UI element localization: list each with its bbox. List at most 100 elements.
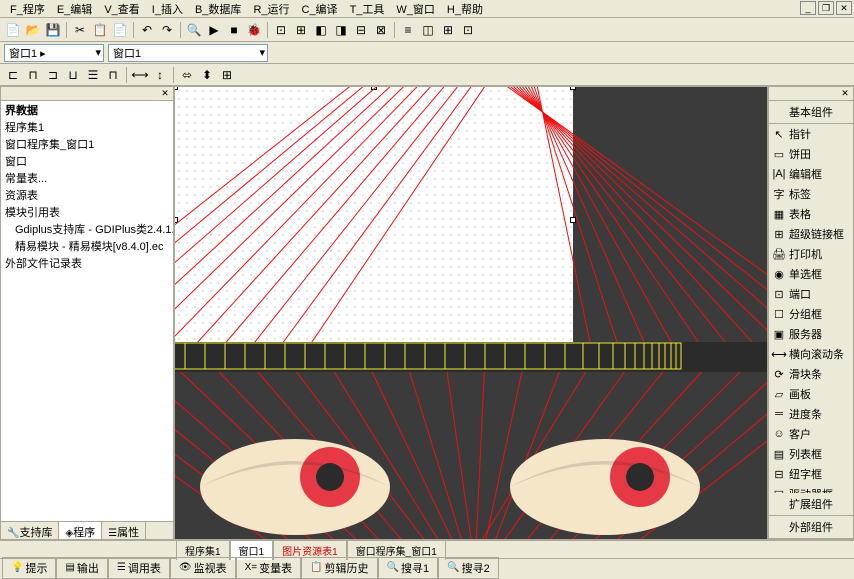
component-item[interactable]: ▤列表框 bbox=[769, 444, 853, 464]
component-item[interactable]: ⊡端口 bbox=[769, 284, 853, 304]
window-selector-2[interactable]: 窗口1 bbox=[108, 44, 268, 62]
panel-close-icon[interactable]: ✕ bbox=[839, 88, 851, 100]
tb-f-icon[interactable]: ⊠ bbox=[372, 21, 390, 39]
menu-edit[interactable]: E_编辑 bbox=[51, 0, 98, 19]
tree-item[interactable]: 资源表 bbox=[3, 188, 171, 205]
dist-v-icon[interactable]: ↕ bbox=[151, 66, 169, 84]
tab-properties[interactable]: ☰属性 bbox=[102, 522, 146, 539]
component-item[interactable]: ⟷横向滚动条 bbox=[769, 344, 853, 364]
tb-j-icon[interactable]: ⊡ bbox=[459, 21, 477, 39]
tree-item[interactable]: 窗口 bbox=[3, 154, 171, 171]
align-bottom-icon[interactable]: ⊓ bbox=[104, 66, 122, 84]
dist-h-icon[interactable]: ⟷ bbox=[131, 66, 149, 84]
menu-insert[interactable]: I_插入 bbox=[146, 0, 189, 19]
form-designer[interactable] bbox=[175, 87, 573, 353]
status-search2[interactable]: 🔍搜寻2 bbox=[438, 557, 499, 579]
component-item[interactable]: ▱画板 bbox=[769, 384, 853, 404]
tab-program[interactable]: ◈程序 bbox=[59, 522, 102, 539]
component-item[interactable]: 字标签 bbox=[769, 184, 853, 204]
tree-item[interactable]: 窗口程序集_窗口1 bbox=[3, 137, 171, 154]
align-center-icon[interactable]: ⊓ bbox=[24, 66, 42, 84]
component-item[interactable]: ☺客户 bbox=[769, 424, 853, 444]
paste-icon[interactable]: 📄 bbox=[111, 21, 129, 39]
menu-help[interactable]: H_帮助 bbox=[441, 0, 489, 19]
tree-item[interactable]: 精易模块 - 精易模块[v8.4.0].ec bbox=[3, 239, 171, 256]
redo-icon[interactable]: ↷ bbox=[158, 21, 176, 39]
component-item[interactable]: ⊟纽字框 bbox=[769, 464, 853, 484]
design-canvas[interactable] bbox=[174, 86, 768, 540]
status-cliphistory[interactable]: 📋剪辑历史 bbox=[301, 557, 377, 579]
tb-b-icon[interactable]: ⊞ bbox=[292, 21, 310, 39]
expand-components[interactable]: 扩展组件 bbox=[769, 493, 853, 516]
status-vartable[interactable]: X=变量表 bbox=[236, 557, 302, 579]
status-tip[interactable]: 💡提示 bbox=[2, 557, 56, 579]
menu-program[interactable]: F_程序 bbox=[4, 0, 51, 19]
component-item[interactable]: ═进度条 bbox=[769, 404, 853, 424]
menu-database[interactable]: B_数据库 bbox=[189, 0, 247, 19]
component-item[interactable]: ▣服务器 bbox=[769, 324, 853, 344]
tab-support-lib[interactable]: 🔧支持库 bbox=[1, 522, 59, 539]
panel-close-icon[interactable]: ✕ bbox=[159, 88, 171, 100]
component-item[interactable]: ↖指针 bbox=[769, 124, 853, 144]
component-item[interactable]: ☐分组框 bbox=[769, 304, 853, 324]
save-icon[interactable]: 💾 bbox=[44, 21, 62, 39]
menu-tools[interactable]: T_工具 bbox=[344, 0, 391, 19]
status-watchtable[interactable]: 👁监视表 bbox=[170, 557, 236, 579]
open-icon[interactable]: 📂 bbox=[24, 21, 42, 39]
tree-item[interactable]: 外部文件记录表 bbox=[3, 256, 171, 273]
tb-i-icon[interactable]: ⊞ bbox=[439, 21, 457, 39]
component-item[interactable]: |A|编辑框 bbox=[769, 164, 853, 184]
tree-root[interactable]: 界教据 bbox=[3, 103, 171, 120]
copy-icon[interactable]: 📋 bbox=[91, 21, 109, 39]
status-output[interactable]: ▤输出 bbox=[56, 557, 107, 579]
find-icon[interactable]: 🔍 bbox=[185, 21, 203, 39]
tree-item[interactable]: 程序集1 bbox=[3, 120, 171, 137]
component-item[interactable]: ⟳滑块条 bbox=[769, 364, 853, 384]
align-top-icon[interactable]: ⊔ bbox=[64, 66, 82, 84]
tree-item[interactable]: 常量表... bbox=[3, 171, 171, 188]
menu-view[interactable]: V_查看 bbox=[98, 0, 145, 19]
same-size-icon[interactable]: ⊞ bbox=[218, 66, 236, 84]
stop-icon[interactable]: ■ bbox=[225, 21, 243, 39]
component-item[interactable]: ▦表格 bbox=[769, 204, 853, 224]
maximize-button[interactable]: ❐ bbox=[818, 1, 834, 15]
project-tree[interactable]: 界教据 程序集1 窗口程序集_窗口1 窗口 常量表... 资源表 模块引用表 G… bbox=[1, 101, 173, 521]
status-calltable[interactable]: ☰调用表 bbox=[108, 557, 170, 579]
menu-compile[interactable]: C_编译 bbox=[296, 0, 344, 19]
component-item[interactable]: ⊞超级链接框 bbox=[769, 224, 853, 244]
tree-item[interactable]: Gdiplus支持库 - GDIPlus类2.4.1.ec bbox=[3, 222, 171, 239]
tree-item[interactable]: 模块引用表 bbox=[3, 205, 171, 222]
debug-icon[interactable]: 🐞 bbox=[245, 21, 263, 39]
same-height-icon[interactable]: ⬍ bbox=[198, 66, 216, 84]
align-left-icon[interactable]: ⊏ bbox=[4, 66, 22, 84]
align-right-icon[interactable]: ⊐ bbox=[44, 66, 62, 84]
tb-e-icon[interactable]: ⊟ bbox=[352, 21, 370, 39]
close-button[interactable]: ✕ bbox=[836, 1, 852, 15]
tb-d-icon[interactable]: ◨ bbox=[332, 21, 350, 39]
component-item[interactable]: ⬓驱动器框 bbox=[769, 484, 853, 493]
menu-window[interactable]: W_窗口 bbox=[390, 0, 441, 19]
align-middle-icon[interactable]: ☰ bbox=[84, 66, 102, 84]
status-search1[interactable]: 🔍搜寻1 bbox=[378, 557, 439, 579]
new-icon[interactable]: 📄 bbox=[4, 21, 22, 39]
run-icon[interactable]: ▶ bbox=[205, 21, 223, 39]
same-width-icon[interactable]: ⬄ bbox=[178, 66, 196, 84]
window-selector-1[interactable]: 窗口1 ▸ bbox=[4, 44, 104, 62]
menu-run[interactable]: R_运行 bbox=[247, 0, 295, 19]
component-item[interactable]: ◉单选框 bbox=[769, 264, 853, 284]
component-item[interactable]: 🖨打印机 bbox=[769, 244, 853, 264]
external-components[interactable]: 外部组件 bbox=[769, 516, 853, 539]
tb-c-icon[interactable]: ◧ bbox=[312, 21, 330, 39]
undo-icon[interactable]: ↶ bbox=[138, 21, 156, 39]
minimize-button[interactable]: _ bbox=[800, 1, 816, 15]
tb-g-icon[interactable]: ≡ bbox=[399, 21, 417, 39]
component-item[interactable]: ▭饼田 bbox=[769, 144, 853, 164]
tb-h-icon[interactable]: ◫ bbox=[419, 21, 437, 39]
component-panel-title: 基本组件 bbox=[769, 101, 853, 124]
main-area: ✕ 界教据 程序集1 窗口程序集_窗口1 窗口 常量表... 资源表 模块引用表… bbox=[0, 86, 854, 540]
tb-a-icon[interactable]: ⊡ bbox=[272, 21, 290, 39]
component-icon: ⊡ bbox=[772, 287, 786, 301]
component-label: 纽字框 bbox=[789, 466, 822, 482]
cut-icon[interactable]: ✂ bbox=[71, 21, 89, 39]
component-icon: ⟷ bbox=[772, 347, 786, 361]
